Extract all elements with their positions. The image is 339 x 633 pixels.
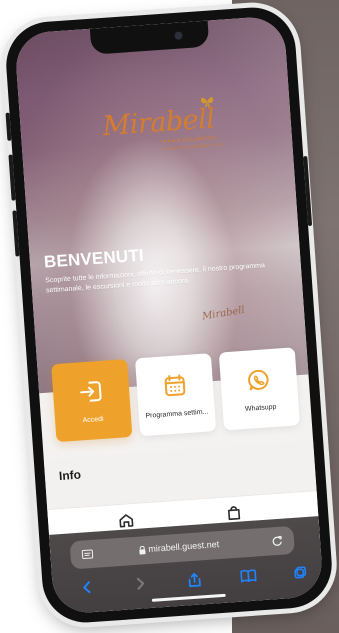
login-tile[interactable]: Accedi	[51, 359, 133, 443]
reload-icon[interactable]	[269, 527, 285, 556]
program-label: Programma settim...	[145, 408, 209, 420]
phone-mockup: Mirabell ★★★★ DOLOMITES LUXURY AYURVEDA …	[0, 0, 339, 633]
tabs-icon[interactable]	[287, 560, 313, 586]
login-label: Accedi	[82, 415, 104, 425]
camera-lens	[174, 31, 183, 40]
hero-background	[14, 15, 309, 394]
quick-actions: Accedi Programma settim... Whatsupp	[51, 347, 301, 443]
home-icon	[117, 511, 136, 530]
address-url: mirabell.guest.net	[147, 539, 220, 555]
whatsapp-tile[interactable]: Whatsupp	[218, 347, 301, 431]
bag-icon	[224, 503, 243, 522]
program-tile[interactable]: Programma settim...	[134, 353, 217, 437]
lock-icon	[137, 536, 147, 564]
share-icon[interactable]	[182, 567, 208, 593]
volume-button-bottom	[12, 210, 20, 257]
volume-button-middle	[8, 154, 16, 201]
volume-button-top	[5, 112, 12, 141]
phone-screen: Mirabell ★★★★ DOLOMITES LUXURY AYURVEDA …	[14, 15, 324, 615]
phone-frame: Mirabell ★★★★ DOLOMITES LUXURY AYURVEDA …	[3, 4, 335, 626]
login-icon	[76, 377, 106, 407]
bookmarks-icon[interactable]	[236, 563, 262, 589]
whatsapp-icon	[244, 365, 274, 395]
power-button	[303, 155, 313, 227]
forward-icon[interactable]	[128, 571, 154, 597]
calendar-icon	[160, 371, 190, 401]
screenshot-stage: Mirabell ★★★★ DOLOMITES LUXURY AYURVEDA …	[0, 0, 339, 633]
info-title: Info	[58, 467, 82, 484]
reader-icon[interactable]	[80, 540, 96, 569]
whatsapp-label: Whatsupp	[244, 403, 277, 413]
back-icon[interactable]	[74, 575, 100, 601]
